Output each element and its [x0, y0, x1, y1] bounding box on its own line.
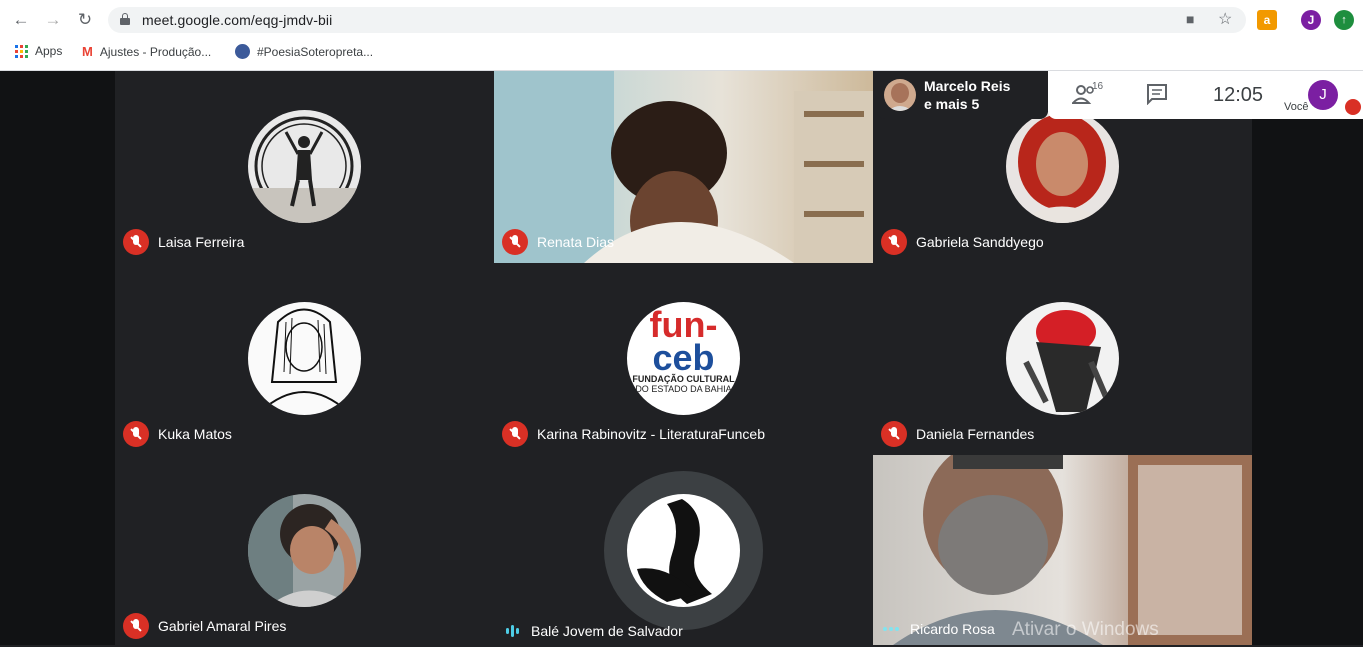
back-arrow-icon[interactable]: ←: [10, 9, 32, 31]
bookmark-label: #PoesiaSoteropreta...: [257, 44, 374, 59]
self-label: Você: [1284, 101, 1309, 113]
self-mic-off-icon: [1345, 99, 1361, 115]
mic-off-icon: [502, 421, 528, 447]
self-avatar[interactable]: J: [1308, 80, 1338, 110]
camera-icon[interactable]: ■: [1186, 11, 1194, 27]
chat-button[interactable]: [1146, 83, 1168, 110]
participant-tile[interactable]: fun- ceb FUNDAÇÃO CULTURAL DO ESTADO DA …: [494, 263, 873, 455]
participant-name: Balé Jovem de Salvador: [531, 623, 683, 639]
mic-off-icon: [881, 421, 907, 447]
name-label: Renata Dias: [502, 229, 614, 255]
name-label: Gabriela Sanddyego: [881, 229, 1044, 255]
audio-level-icon: [502, 624, 522, 638]
mic-off-icon: [881, 229, 907, 255]
participant-name: Gabriela Sanddyego: [916, 234, 1044, 250]
participant-name: Gabriel Amaral Pires: [158, 618, 287, 634]
logo-caption: FUNDAÇÃO CULTURAL: [632, 374, 735, 384]
mic-off-icon: [123, 421, 149, 447]
name-label: Laisa Ferreira: [123, 229, 244, 255]
presenter-avatar: [884, 79, 916, 111]
url-text[interactable]: meet.google.com/eqg-jmdv-bii: [142, 12, 332, 28]
avatar-image: [637, 499, 712, 604]
bookmark-poesia[interactable]: #PoesiaSoteropreta...: [235, 44, 373, 59]
participant-tile[interactable]: Ricardo Rosa: [873, 455, 1252, 645]
participant-name: Daniela Fernandes: [916, 426, 1035, 442]
name-label: Karina Rabinovitz - LiteraturaFunceb: [502, 421, 765, 447]
name-label: Kuka Matos: [123, 421, 232, 447]
chat-icon: [1147, 84, 1167, 106]
people-button[interactable]: 16: [1070, 81, 1103, 110]
name-label: Ricardo Rosa: [881, 621, 995, 637]
avatar-image: [1023, 310, 1109, 412]
avatar: [248, 302, 361, 415]
avatar-image: [1016, 114, 1108, 223]
mic-off-icon: [502, 229, 528, 255]
avatar-image: [248, 116, 361, 223]
apps-grid-icon: [15, 44, 28, 58]
mic-off-icon: [123, 613, 149, 639]
star-icon[interactable]: ☆: [1218, 9, 1232, 29]
participant-count: 16: [1092, 81, 1104, 92]
bookmarks-bar: Apps M Ajustes - Produção... #PoesiaSote…: [0, 40, 1363, 64]
participant-tile[interactable]: Gabriel Amaral Pires: [115, 455, 494, 647]
globe-icon: [235, 44, 250, 59]
presenter-indicator[interactable]: Marcelo Reis e mais 5: [877, 71, 1048, 119]
reload-icon[interactable]: ↻: [74, 9, 96, 31]
participant-name: Karina Rabinovitz - LiteraturaFunceb: [537, 426, 766, 442]
participant-grid: Laisa Ferreira Renata Dias Gabriela Sand…: [115, 71, 1252, 647]
participant-name: Renata Dias: [537, 234, 615, 250]
more-dots-icon: [881, 627, 901, 631]
extension-icon[interactable]: a: [1257, 10, 1277, 30]
meet-top-controls: 16 12:05 Você J: [1048, 71, 1363, 119]
gmail-icon: M: [82, 44, 93, 59]
name-label: Daniela Fernandes: [881, 421, 1034, 447]
browser-chrome: ← → ↻ meet.google.com/eqg-jmdv-bii ■ ☆ a…: [0, 0, 1363, 71]
bookmark-label: Ajustes - Produção...: [99, 44, 212, 59]
participant-name: Laisa Ferreira: [158, 234, 245, 250]
forward-arrow-icon[interactable]: →: [42, 9, 64, 31]
name-label: Balé Jovem de Salvador: [502, 623, 683, 639]
avatar: [1006, 302, 1119, 415]
avatar-image: [248, 494, 357, 607]
participant-tile[interactable]: Balé Jovem de Salvador: [494, 455, 873, 647]
participant-name: Ricardo Rosa: [910, 621, 995, 637]
presenter-text: Marcelo Reis e mais 5: [924, 77, 1010, 113]
participant-tile[interactable]: Kuka Matos: [115, 263, 494, 455]
windows-activation-watermark: Ativar o Windows: [1012, 619, 1159, 640]
presenter-more: e mais 5: [924, 96, 980, 112]
presenter-name: Marcelo Reis: [924, 78, 1011, 94]
bookmark-label: Apps: [35, 44, 63, 58]
logo-caption-2: DO ESTADO DA BAHIA: [635, 384, 732, 394]
funceb-logo: fun- ceb FUNDAÇÃO CULTURAL DO ESTADO DA …: [627, 302, 740, 415]
mic-off-icon: [123, 229, 149, 255]
address-bar[interactable]: meet.google.com/eqg-jmdv-bii ■ ☆: [108, 7, 1246, 33]
avatar: [248, 494, 361, 607]
participant-tile[interactable]: Daniela Fernandes: [873, 263, 1252, 455]
profile-avatar[interactable]: J: [1301, 10, 1321, 30]
avatar-image: [259, 308, 349, 413]
avatar: [248, 110, 361, 223]
bookmark-apps[interactable]: Apps: [15, 44, 62, 58]
name-label: Gabriel Amaral Pires: [123, 613, 286, 639]
bookmark-gmail[interactable]: M Ajustes - Produção...: [82, 44, 211, 59]
avatar: [1006, 110, 1119, 223]
participant-name: Kuka Matos: [158, 426, 232, 442]
meet-stage: Laisa Ferreira Renata Dias Gabriela Sand…: [0, 71, 1363, 647]
avatar: [627, 494, 740, 607]
logo-text-bottom: ceb: [652, 337, 715, 378]
lock-icon: [120, 13, 130, 25]
update-icon[interactable]: ↑: [1334, 10, 1354, 30]
participant-tile[interactable]: Laisa Ferreira: [115, 71, 494, 263]
meeting-clock: 12:05: [1213, 84, 1264, 106]
participant-tile[interactable]: Renata Dias: [494, 71, 873, 263]
video-feed: [893, 455, 1252, 645]
